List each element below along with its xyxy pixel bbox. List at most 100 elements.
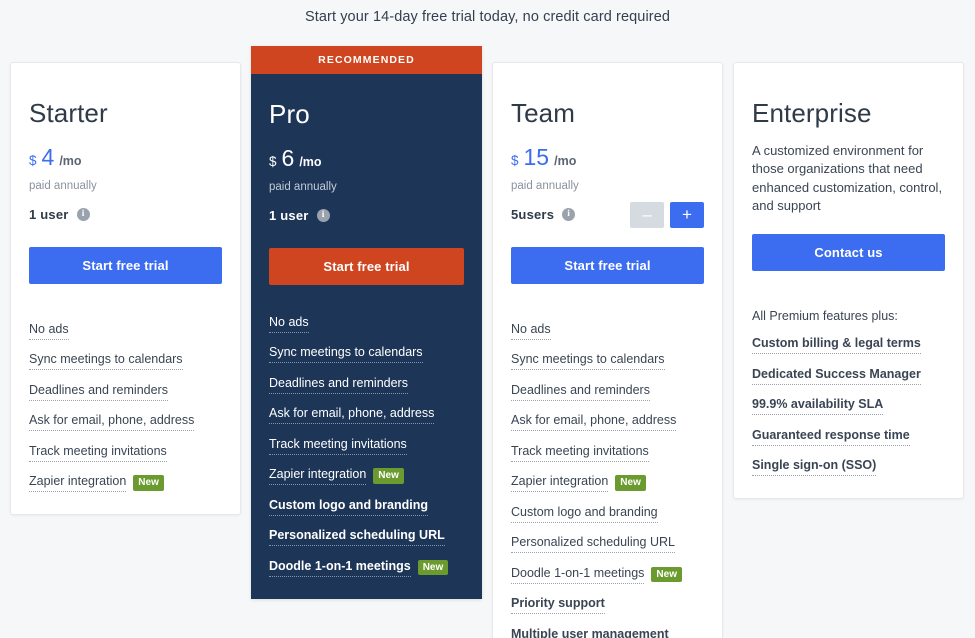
plan-name-starter: Starter — [29, 98, 108, 128]
cta-button-pro[interactable]: Start free trial — [269, 247, 464, 285]
seat-stepper: – + — [630, 201, 704, 228]
cta-button-starter[interactable]: Start free trial — [29, 246, 222, 284]
feature-item: Zapier integration New — [29, 474, 222, 493]
feature-item: Deadlines and reminders — [29, 383, 222, 401]
feature-label[interactable]: Ask for email, phone, address — [269, 406, 435, 425]
feature-label[interactable]: Multiple user management — [511, 627, 669, 638]
pricing-card-starter: Starter $4/mo paid annually 1 user i Start fr… — [10, 62, 241, 516]
feature-label[interactable]: Track meeting invitations — [511, 444, 649, 462]
feature-label[interactable]: Guaranteed response time — [752, 428, 910, 446]
page-headline: Start your 14-day free trial today, no c… — [304, 9, 671, 25]
cta-button-team[interactable]: Start free trial — [511, 246, 704, 284]
feature-label[interactable]: Sync meetings to calendars — [29, 352, 183, 371]
feature-item: Track meeting invitations — [29, 444, 222, 462]
new-badge: New — [651, 566, 682, 583]
pricing-cards-row: Starter $4/mo paid annually 1 user i Start fr… — [10, 46, 966, 638]
feature-item: Ask for email, phone, address — [269, 406, 464, 425]
feature-label[interactable]: Ask for email, phone, address — [511, 413, 677, 432]
features-intro-label: All Premium features plus: — [752, 308, 898, 323]
feature-item: Doodle 1-on-1 meetings New — [511, 566, 704, 584]
feature-item: Custom logo and branding — [511, 505, 704, 523]
seats-row-starter: 1 user i — [29, 201, 222, 229]
feature-list-starter: No ads Sync meetings to calendars Deadline… — [29, 322, 222, 493]
feature-label[interactable]: Custom billing & legal terms — [752, 336, 921, 355]
feature-item: Track meeting invitations — [511, 444, 704, 462]
feature-item: Custom billing & legal terms — [752, 336, 945, 355]
seat-decrement-button[interactable]: – — [630, 201, 664, 228]
pricing-card-enterprise: Enterprise A customized environment for t… — [733, 62, 964, 500]
seats-row-pro: 1 user i — [269, 202, 464, 230]
feature-label[interactable]: Single sign-on (SSO) — [752, 458, 877, 477]
info-icon[interactable]: i — [316, 209, 330, 223]
feature-label[interactable]: Dedicated Success Manager — [752, 367, 921, 385]
seat-count-label: 5users — [511, 207, 555, 223]
feature-label[interactable]: Zapier integration — [511, 474, 609, 493]
feature-label[interactable]: No ads — [269, 315, 309, 333]
pricing-card-pro: RECOMMENDED Pro $6/mo paid annually 1 user i S… — [251, 46, 482, 599]
feature-label[interactable]: Track meeting invitations — [29, 444, 167, 462]
new-badge: New — [133, 475, 164, 491]
feature-label[interactable]: Deadlines and reminders — [269, 376, 408, 394]
feature-label[interactable]: 99.9% availability SLA — [752, 397, 884, 416]
price-period: /mo — [554, 153, 577, 168]
feature-label[interactable]: Zapier integration — [269, 467, 367, 486]
feature-item: Zapier integration New — [511, 474, 704, 493]
cta-button-enterprise[interactable]: Contact us — [752, 233, 945, 271]
feature-label[interactable]: Custom logo and branding — [269, 498, 429, 516]
seats-row-team: 5users i – + — [511, 201, 704, 229]
feature-list-team: No ads Sync meetings to calendars Deadline… — [511, 322, 704, 638]
seat-increment-button[interactable]: + — [670, 201, 704, 228]
feature-label[interactable]: Zapier integration — [29, 474, 127, 493]
feature-item: Multiple user management — [511, 627, 704, 638]
feature-label[interactable]: Ask for email, phone, address — [29, 413, 195, 432]
feature-label[interactable]: Deadlines and reminders — [29, 383, 168, 401]
price-amount: 6 — [281, 144, 295, 171]
plan-name-enterprise: Enterprise — [752, 98, 872, 128]
feature-item: Ask for email, phone, address — [511, 413, 704, 432]
feature-label[interactable]: Track meeting invitations — [269, 437, 407, 455]
new-badge: New — [615, 475, 646, 491]
recommended-ribbon: RECOMMENDED — [251, 46, 482, 74]
feature-item: No ads — [269, 315, 464, 333]
new-badge: New — [417, 559, 449, 576]
feature-label[interactable]: Deadlines and reminders — [511, 383, 650, 401]
billing-note: paid annually — [511, 179, 579, 192]
feature-item: Custom logo and branding — [269, 498, 464, 516]
feature-item: 99.9% availability SLA — [752, 397, 945, 416]
currency-symbol: $ — [511, 152, 519, 168]
feature-item: Personalized scheduling URL — [511, 535, 704, 554]
feature-label[interactable]: Sync meetings to calendars — [269, 345, 423, 364]
feature-label[interactable]: Personalized scheduling URL — [269, 528, 445, 547]
seat-count-label: 1 user — [269, 208, 309, 224]
feature-item: Sync meetings to calendars — [269, 345, 464, 364]
feature-item: Track meeting invitations — [269, 437, 464, 455]
price-amount: 15 — [523, 143, 550, 170]
feature-label[interactable]: Priority support — [511, 596, 605, 615]
currency-symbol: $ — [269, 153, 277, 169]
feature-item: Sync meetings to calendars — [29, 352, 222, 371]
new-badge: New — [373, 468, 404, 484]
feature-label[interactable]: Personalized scheduling URL — [511, 535, 675, 554]
price-row-pro: $6/mo — [269, 144, 464, 173]
plan-description: A customized environment for those organ… — [752, 142, 943, 214]
feature-item: Zapier integration New — [269, 467, 464, 486]
info-icon[interactable]: i — [76, 208, 90, 222]
feature-item: No ads — [29, 322, 222, 340]
price-row-team: $15/mo — [511, 143, 704, 172]
feature-label[interactable]: No ads — [29, 322, 69, 340]
price-amount: 4 — [41, 143, 55, 170]
feature-label[interactable]: No ads — [511, 322, 551, 340]
feature-label[interactable]: Doodle 1-on-1 meetings — [269, 559, 411, 577]
feature-item: Deadlines and reminders — [511, 383, 704, 401]
plan-name-team: Team — [511, 98, 575, 128]
feature-list-enterprise: All Premium features plus: Custom billing… — [752, 309, 945, 477]
pricing-page: Start your 14-day free trial today, no c… — [0, 0, 975, 638]
feature-label[interactable]: Sync meetings to calendars — [511, 352, 665, 371]
feature-item: Dedicated Success Manager — [752, 367, 945, 385]
feature-item: Ask for email, phone, address — [29, 413, 222, 432]
feature-item: No ads — [511, 322, 704, 340]
feature-label[interactable]: Custom logo and branding — [511, 505, 658, 523]
seat-count-label: 1 user — [29, 207, 69, 223]
feature-label[interactable]: Doodle 1-on-1 meetings — [511, 566, 645, 584]
info-icon[interactable]: i — [562, 208, 576, 222]
